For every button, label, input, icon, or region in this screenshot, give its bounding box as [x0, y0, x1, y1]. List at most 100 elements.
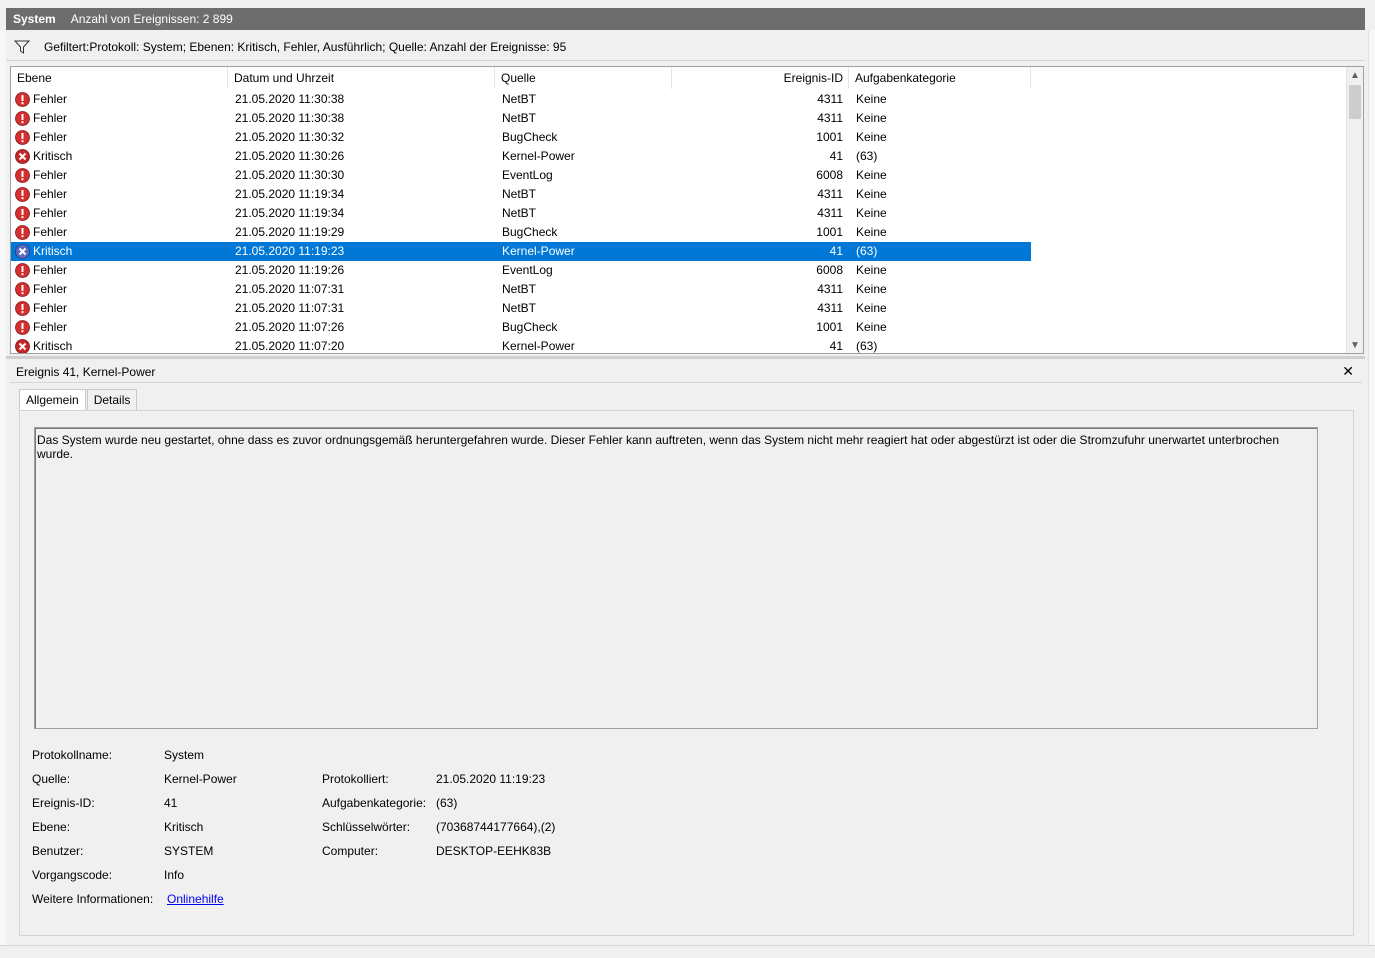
prop-user-value: SYSTEM: [164, 844, 214, 858]
event-rows: Fehler 21.05.2020 11:30:38 NetBT 4311 Keine F…: [11, 90, 1347, 353]
column-header-source[interactable]: Quelle: [495, 67, 672, 89]
prop-opcode-value: Info: [164, 868, 185, 882]
table-row[interactable]: Fehler 21.05.2020 11:30:38 NetBT 4311 Keine: [11, 90, 1031, 109]
cell-category: Keine: [856, 187, 887, 201]
level-text: Kritisch: [33, 339, 73, 353]
cell-category: (63): [856, 149, 878, 163]
cell-category: Keine: [856, 225, 887, 239]
cell-date: 21.05.2020 11:07:31: [235, 301, 345, 315]
cell-category: Keine: [856, 92, 887, 106]
cell-level: Fehler: [15, 185, 67, 204]
cell-date: 21.05.2020 11:30:30: [235, 168, 345, 182]
error-icon: [15, 225, 33, 240]
cell-source: NetBT: [502, 111, 537, 125]
error-icon: [15, 168, 33, 183]
column-header-event-id[interactable]: Ereignis-ID: [672, 67, 849, 89]
table-row[interactable]: Fehler 21.05.2020 11:30:38 NetBT 4311 Keine: [11, 109, 1031, 128]
cell-date: 21.05.2020 11:19:23: [235, 244, 345, 258]
error-icon: [15, 111, 33, 126]
table-row[interactable]: Kritisch 21.05.2020 11:30:26 Kernel-Power 4…: [11, 147, 1031, 166]
prop-source-label: Quelle:: [32, 772, 71, 786]
cell-event-id: 6008: [816, 263, 843, 277]
level-text: Fehler: [33, 225, 68, 239]
cell-category: (63): [856, 244, 878, 258]
table-row[interactable]: Fehler 21.05.2020 11:19:29 BugCheck 1001 Kei…: [11, 223, 1031, 242]
column-header-date[interactable]: Datum und Uhrzeit: [228, 67, 495, 89]
status-edge: [0, 945, 1375, 958]
error-icon: [15, 92, 33, 107]
tab-details[interactable]: Details: [86, 389, 138, 410]
detail-tabs: Allgemein Details: [19, 389, 138, 412]
cell-source: EventLog: [502, 263, 553, 277]
cell-source: BugCheck: [502, 130, 558, 144]
cell-source: NetBT: [502, 92, 537, 106]
close-icon[interactable]: ✕: [1342, 363, 1354, 380]
cell-event-id: 4311: [817, 111, 843, 125]
cell-source: NetBT: [502, 187, 537, 201]
table-row[interactable]: Kritisch 21.05.2020 11:19:23 Kernel-Power 4…: [11, 242, 1031, 261]
table-row[interactable]: Fehler 21.05.2020 11:19:34 NetBT 4311 Keine: [11, 204, 1031, 223]
cell-date: 21.05.2020 11:30:26: [235, 149, 345, 163]
cell-event-id: 4311: [817, 187, 843, 201]
filter-description: Gefiltert:Protokoll: System; Ebenen: Kri…: [44, 40, 567, 54]
level-text: Fehler: [33, 111, 68, 125]
cell-date: 21.05.2020 11:30:32: [235, 130, 345, 144]
prop-category-value: (63): [436, 796, 458, 810]
level-text: Fehler: [33, 320, 68, 334]
level-text: Fehler: [33, 282, 68, 296]
prop-logname-value: System: [164, 748, 205, 762]
critical-icon: [15, 244, 33, 259]
scroll-thumb[interactable]: [1349, 85, 1361, 119]
prop-opcode-label: Vorgangscode:: [32, 868, 113, 882]
cell-date: 21.05.2020 11:19:29: [235, 225, 345, 239]
table-row[interactable]: Fehler 21.05.2020 11:19:26 EventLog 6008 Kei…: [11, 261, 1031, 280]
table-row[interactable]: Fehler 21.05.2020 11:07:26 BugCheck 1001 Kei…: [11, 318, 1031, 337]
prop-logged-value: 21.05.2020 11:19:23: [436, 772, 546, 786]
table-row[interactable]: Fehler 21.05.2020 11:30:30 EventLog 6008 Kei…: [11, 166, 1031, 185]
cell-event-id: 1001: [816, 320, 843, 334]
level-text: Fehler: [33, 206, 68, 220]
right-pane-edge: [1368, 30, 1375, 957]
table-row[interactable]: Fehler 21.05.2020 11:07:31 NetBT 4311 Keine: [11, 280, 1031, 299]
prop-keywords-label: Schlüsselwörter:: [322, 820, 411, 834]
cell-level: Fehler: [15, 109, 67, 128]
online-help-link[interactable]: Onlinehilfe: [167, 892, 224, 906]
column-header-level[interactable]: Ebene: [11, 67, 228, 89]
filter-funnel-icon: [14, 40, 30, 54]
cell-source: NetBT: [502, 301, 537, 315]
prop-computer-label: Computer:: [322, 844, 379, 858]
scroll-down-icon[interactable]: ▼: [1347, 337, 1363, 353]
cell-level: Fehler: [15, 299, 67, 318]
cell-level: Fehler: [15, 204, 67, 223]
tab-general[interactable]: Allgemein: [19, 389, 86, 412]
event-list[interactable]: Ebene Datum und Uhrzeit Quelle Ereignis-…: [10, 66, 1364, 354]
prop-source-value: Kernel-Power: [164, 772, 237, 786]
cell-source: BugCheck: [502, 225, 558, 239]
prop-category-label: Aufgabenkategorie:: [322, 796, 427, 810]
cell-level: Fehler: [15, 280, 67, 299]
prop-logged-label: Protokolliert:: [322, 772, 389, 786]
table-row[interactable]: Fehler 21.05.2020 11:19:34 NetBT 4311 Keine: [11, 185, 1031, 204]
cell-event-id: 6008: [816, 168, 843, 182]
level-text: Fehler: [33, 168, 68, 182]
left-edge: [0, 30, 6, 945]
prop-computer-value: DESKTOP-EEHK83B: [436, 844, 552, 858]
event-description[interactable]: Das System wurde neu gestartet, ohne das…: [34, 427, 1318, 729]
cell-level: Fehler: [15, 223, 67, 242]
table-row[interactable]: Fehler 21.05.2020 11:30:32 BugCheck 1001 Kei…: [11, 128, 1031, 147]
event-list-scrollbar[interactable]: ▲ ▼: [1346, 67, 1363, 353]
cell-category: Keine: [856, 301, 887, 315]
table-row[interactable]: Kritisch 21.05.2020 11:07:20 Kernel-Power 4…: [11, 337, 1031, 353]
level-text: Fehler: [33, 92, 68, 106]
detail-title: Ereignis 41, Kernel-Power: [16, 365, 156, 379]
log-title-bar: System Anzahl von Ereignissen: 2 899: [6, 8, 1365, 30]
cell-event-id: 4311: [817, 206, 843, 220]
table-row[interactable]: Fehler 21.05.2020 11:07:31 NetBT 4311 Keine: [11, 299, 1031, 318]
cell-date: 21.05.2020 11:19:34: [235, 187, 345, 201]
column-header-category[interactable]: Aufgabenkategorie: [849, 67, 1031, 89]
event-list-header: Ebene Datum und Uhrzeit Quelle Ereignis-…: [11, 67, 1347, 89]
scroll-up-icon[interactable]: ▲: [1347, 67, 1363, 83]
error-icon: [15, 206, 33, 221]
pane-splitter[interactable]: [6, 356, 1365, 359]
cell-category: Keine: [856, 282, 887, 296]
